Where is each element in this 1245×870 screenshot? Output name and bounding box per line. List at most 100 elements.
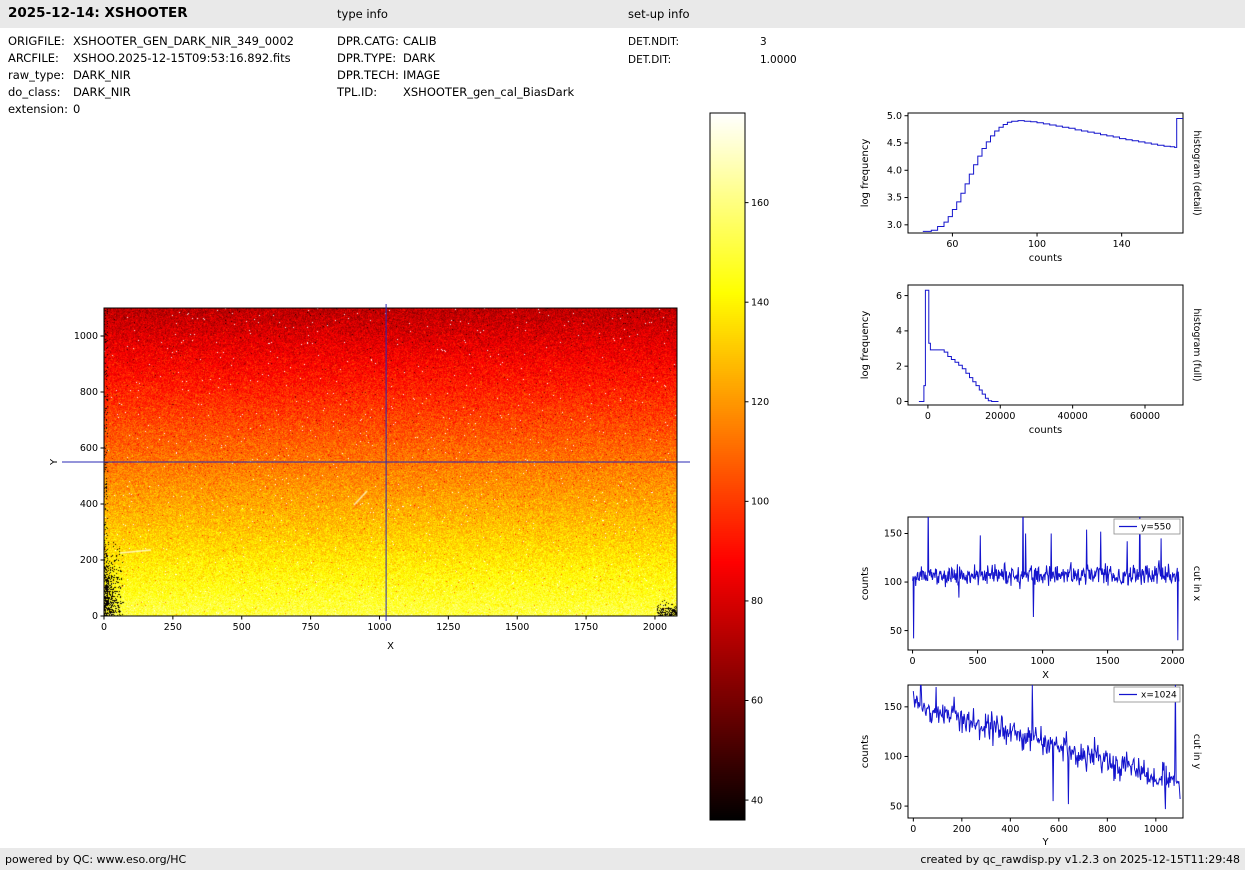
colorbar-tick-label: 60 xyxy=(751,696,763,707)
y-tick-label: 800 xyxy=(80,387,98,398)
y-tick-label: 0 xyxy=(896,397,902,408)
y-tick-label: 100 xyxy=(884,752,902,763)
cut-y-axes: 0200400600800100050100150Ycountscut in y xyxy=(860,685,1202,848)
legend-label: y=550 xyxy=(1141,523,1171,533)
x-tick-label: 1500 xyxy=(1095,656,1119,667)
meta-row: DPR.CATG:CALIB xyxy=(337,33,574,50)
meta-row: do_class:DARK_NIR xyxy=(8,84,294,101)
setup-info-heading: set-up info xyxy=(628,7,690,21)
y-tick-label: 600 xyxy=(80,443,98,454)
cut-y-legend: x=1024 xyxy=(1114,687,1180,702)
meta-value: 0 xyxy=(73,102,80,116)
meta-row: extension:0 xyxy=(8,101,294,118)
x-axis-label: Y xyxy=(1041,837,1049,848)
x-tick-label: 1000 xyxy=(1144,824,1168,835)
x-tick-label: 2000 xyxy=(643,622,667,633)
y-tick-label: 6 xyxy=(896,291,902,302)
x-axis-label: X xyxy=(387,641,394,652)
x-tick-label: 140 xyxy=(1113,239,1131,250)
y-tick-label: 0 xyxy=(92,611,98,622)
x-tick-label: 200 xyxy=(953,824,971,835)
right-side-title: cut in y xyxy=(1191,734,1202,770)
y-tick-label: 400 xyxy=(80,499,98,510)
right-side-title: cut in x xyxy=(1191,566,1202,602)
y-tick-label: 100 xyxy=(884,577,902,588)
x-tick-label: 0 xyxy=(925,411,931,422)
y-tick-label: 200 xyxy=(80,555,98,566)
file-metadata-column: ORIGFILE:XSHOOTER_GEN_DARK_NIR_349_0002 … xyxy=(8,33,294,118)
y-tick-label: 3.5 xyxy=(887,193,902,204)
colorbar-tick-label: 160 xyxy=(751,198,769,209)
meta-row: ORIGFILE:XSHOOTER_GEN_DARK_NIR_349_0002 xyxy=(8,33,294,50)
x-tick-label: 400 xyxy=(1001,824,1019,835)
y-axis-label: Y xyxy=(49,458,60,466)
meta-row: DET.DIT:1.0000 xyxy=(628,51,797,69)
hist-detail-axes: 601001403.03.54.04.55.0countslog frequen… xyxy=(860,111,1202,264)
x-tick-label: 1500 xyxy=(505,622,529,633)
x-tick-label: 500 xyxy=(968,656,986,667)
cut-x-legend: y=550 xyxy=(1114,519,1180,534)
meta-row: TPL.ID:XSHOOTER_gen_cal_BiasDark xyxy=(337,84,574,101)
meta-row: raw_type:DARK_NIR xyxy=(8,67,294,84)
footer-credit-left: powered by QC: www.eso.org/HC xyxy=(5,853,186,866)
x-tick-label: 40000 xyxy=(1058,411,1088,422)
header-bar: 2025-12-14: XSHOOTER type info set-up in… xyxy=(0,0,1245,28)
y-tick-label: 50 xyxy=(890,801,902,812)
colorbar-tick-label: 40 xyxy=(751,795,763,806)
detector-image-canvas xyxy=(104,308,677,616)
x-tick-label: 1000 xyxy=(367,622,391,633)
hist-full-data-line xyxy=(919,290,999,401)
meta-label: ORIGFILE: xyxy=(8,33,73,50)
qc-report-page: 2025-12-14: XSHOOTER type info set-up in… xyxy=(0,0,1245,870)
meta-value: 3 xyxy=(760,36,767,48)
meta-value: DARK_NIR xyxy=(73,85,131,99)
y-axis-label: log frequency xyxy=(860,139,871,208)
x-tick-label: 1000 xyxy=(1030,656,1054,667)
x-tick-label: 1250 xyxy=(436,622,460,633)
y-tick-label: 4.0 xyxy=(887,165,902,176)
x-axis-label: counts xyxy=(1029,253,1062,264)
y-tick-label: 150 xyxy=(884,529,902,540)
meta-value: 1.0000 xyxy=(760,54,797,66)
x-axis-label: counts xyxy=(1029,425,1062,436)
meta-label: TPL.ID: xyxy=(337,84,403,101)
y-tick-label: 4.5 xyxy=(887,138,902,149)
y-axis-label: log frequency xyxy=(860,311,871,380)
meta-row: DPR.TECH:IMAGE xyxy=(337,67,574,84)
x-tick-label: 60000 xyxy=(1130,411,1160,422)
cut-x-data-line xyxy=(913,490,1179,641)
meta-label: raw_type: xyxy=(8,67,73,84)
x-tick-label: 250 xyxy=(164,622,182,633)
hist-detail-data-line xyxy=(923,119,1183,232)
meta-row: DET.NDIT:3 xyxy=(628,33,797,51)
hist-full-axes: 02000040000600000246countslog frequencyh… xyxy=(860,285,1202,436)
type-info-column: DPR.CATG:CALIB DPR.TYPE:DARK DPR.TECH:IM… xyxy=(337,33,574,101)
meta-value: XSHOOTER_gen_cal_BiasDark xyxy=(403,85,574,99)
colorbar-tick-label: 80 xyxy=(751,596,763,607)
meta-row: DPR.TYPE:DARK xyxy=(337,50,574,67)
x-tick-label: 0 xyxy=(101,622,107,633)
y-axis-label: counts xyxy=(860,567,871,600)
cut-x-axes: 0 500 1000 1500 2000 50 100 150 Xcounts cut in x xyxy=(860,517,1202,681)
meta-label: DPR.TECH: xyxy=(337,67,403,84)
x-tick-label: 800 xyxy=(1098,824,1116,835)
x-tick-label: 750 xyxy=(302,622,320,633)
meta-value: DARK xyxy=(403,51,435,65)
colorbar-canvas xyxy=(710,113,745,820)
x-tick-label: 60 xyxy=(946,239,958,250)
colorbar-tick-label: 120 xyxy=(751,397,769,408)
meta-label: do_class: xyxy=(8,84,73,101)
x-tick-label: 0 xyxy=(910,656,916,667)
right-side-title: histogram (detail) xyxy=(1191,130,1202,215)
x-tick-label: 500 xyxy=(233,622,251,633)
x-tick-label: 600 xyxy=(1050,824,1068,835)
y-tick-label: 4 xyxy=(896,326,902,337)
meta-value: CALIB xyxy=(403,34,437,48)
x-tick-label: 0 xyxy=(910,824,916,835)
setup-info-column: DET.NDIT:3 DET.DIT:1.0000 xyxy=(628,33,797,69)
y-tick-label: 50 xyxy=(890,626,902,637)
x-axis-label: X xyxy=(1042,670,1049,681)
x-tick-label: 2000 xyxy=(1161,656,1185,667)
y-tick-label: 3.0 xyxy=(887,220,902,231)
meta-label: ARCFILE: xyxy=(8,50,73,67)
